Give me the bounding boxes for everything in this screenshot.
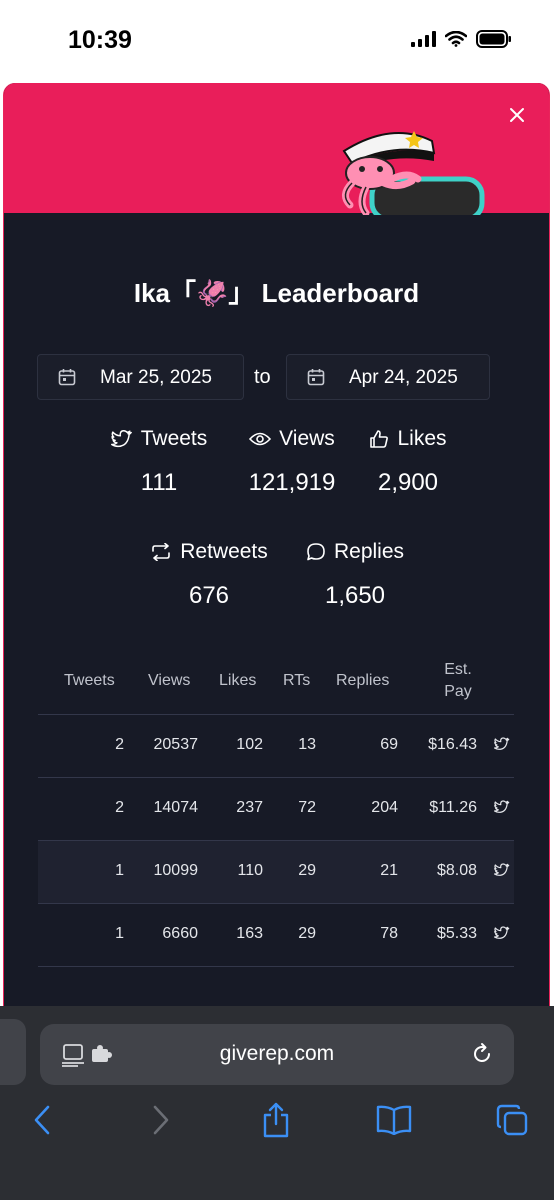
signal-icon <box>411 31 436 47</box>
page-title: Ika「🦑」 Leaderboard <box>133 278 420 308</box>
chevron-right-icon <box>153 1105 169 1135</box>
cell-replies: 204 <box>371 799 398 816</box>
table-row: 2 14074 237 72 204 $11.26 <box>38 778 514 841</box>
stat-replies: Replies 1,650 <box>300 540 410 610</box>
cell-rts: 72 <box>298 799 316 816</box>
stat-tweets: Tweets 111 <box>104 427 214 497</box>
stat-retweets: Retweets 676 <box>144 540 274 610</box>
cell-replies: 78 <box>380 925 398 942</box>
col-replies[interactable]: Replies <box>336 672 389 690</box>
col-rts[interactable]: RTs <box>283 672 310 690</box>
modal-banner <box>4 83 549 215</box>
chevron-left-icon <box>34 1105 50 1135</box>
twitter-icon[interactable] <box>494 800 510 814</box>
stat-views: Views 121,919 <box>240 427 344 497</box>
octopus-mascot <box>342 131 485 215</box>
thumbs-up-icon <box>370 430 389 448</box>
stat-likes-value: 2,900 <box>377 469 439 496</box>
status-bar: 10:39 <box>0 0 554 82</box>
cell-likes: 102 <box>236 736 263 753</box>
cell-replies: 69 <box>380 736 398 753</box>
cell-views: 14074 <box>153 799 199 816</box>
eye-icon <box>249 432 272 446</box>
stat-replies-value: 1,650 <box>324 582 386 609</box>
wifi-icon <box>445 31 467 47</box>
col-est-label: Est. <box>444 661 472 678</box>
cell-views: 6660 <box>162 925 198 942</box>
battery-icon <box>476 30 511 48</box>
status-time: 10:39 <box>68 26 132 54</box>
back-button[interactable] <box>22 1100 62 1140</box>
bookmarks-icon <box>376 1105 412 1135</box>
date-to-picker[interactable]: Apr 24, 2025 <box>286 354 490 400</box>
cell-tweets: 2 <box>115 736 124 753</box>
twitter-icon <box>110 430 132 448</box>
cell-rts: 29 <box>298 862 316 879</box>
cell-likes: 110 <box>237 862 263 879</box>
date-from-value: Mar 25, 2025 <box>100 367 212 388</box>
cell-likes: 237 <box>236 799 263 816</box>
col-views[interactable]: Views <box>148 672 190 690</box>
col-est-pay[interactable]: Est. Pay <box>443 661 473 701</box>
forward-button[interactable] <box>141 1100 181 1140</box>
leaderboard-table: Tweets Views Likes RTs Replies Est. Pay … <box>38 658 514 967</box>
bookmarks-button[interactable] <box>374 1100 414 1140</box>
twitter-icon[interactable] <box>494 737 510 751</box>
cell-tweets: 2 <box>115 799 124 816</box>
col-pay-label: Pay <box>444 683 472 700</box>
stat-likes-label: Likes <box>397 427 447 450</box>
col-likes[interactable]: Likes <box>219 672 256 690</box>
reload-icon[interactable] <box>470 1042 494 1066</box>
close-icon[interactable] <box>505 103 529 127</box>
address-bar[interactable]: giverep.com <box>40 1024 514 1085</box>
stat-tweets-label: Tweets <box>140 427 208 450</box>
url-text: giverep.com <box>219 1042 335 1065</box>
table-header: Tweets Views Likes RTs Replies Est. Pay <box>38 658 514 715</box>
cell-views: 10099 <box>153 862 199 879</box>
stat-tweets-value: 111 <box>140 469 178 496</box>
date-from-picker[interactable]: Mar 25, 2025 <box>37 354 244 400</box>
calendar-icon <box>307 369 325 386</box>
browser-nav-row <box>0 1100 554 1150</box>
stat-retweets-label: Retweets <box>180 540 268 563</box>
col-tweets[interactable]: Tweets <box>64 672 115 690</box>
retweet-icon <box>152 543 171 561</box>
stat-likes: Likes 2,900 <box>362 427 454 497</box>
cell-views: 20537 <box>153 736 199 753</box>
previous-tab-handle[interactable] <box>0 1019 26 1085</box>
cell-rts: 13 <box>298 736 316 753</box>
table-row: 2 20537 102 13 69 $16.43 <box>38 715 514 778</box>
cell-pay: $5.33 <box>436 925 477 942</box>
cell-tweets: 1 <box>115 862 124 879</box>
date-range-separator: to <box>254 366 271 388</box>
date-to-value: Apr 24, 2025 <box>349 367 458 388</box>
tabs-button[interactable] <box>492 1100 532 1140</box>
cell-rts: 29 <box>298 925 316 942</box>
cell-pay: $8.08 <box>436 862 477 879</box>
stat-views-label: Views <box>279 427 335 450</box>
twitter-icon[interactable] <box>494 926 510 940</box>
reply-icon <box>307 543 325 561</box>
calendar-icon <box>58 369 76 386</box>
share-icon <box>263 1102 289 1138</box>
cell-likes: 163 <box>236 925 263 942</box>
cell-replies: 21 <box>380 862 398 879</box>
cell-tweets: 1 <box>115 925 124 942</box>
cell-pay: $16.43 <box>428 736 477 753</box>
twitter-icon[interactable] <box>494 863 510 877</box>
table-row: 1 10099 110 29 21 $8.08 <box>38 841 514 904</box>
stat-retweets-value: 676 <box>188 582 230 609</box>
share-button[interactable] <box>256 1100 296 1140</box>
tabs-icon <box>496 1104 528 1136</box>
cell-pay: $11.26 <box>429 799 477 816</box>
status-icons <box>411 30 512 48</box>
table-row: 1 6660 163 29 78 $5.33 <box>38 904 514 967</box>
stat-replies-label: Replies <box>333 540 405 563</box>
leaderboard-modal: Ika「🦑」 Leaderboard Mar 25, 2025 to Apr 2… <box>3 83 550 1023</box>
stat-views-value: 121,919 <box>248 469 336 496</box>
